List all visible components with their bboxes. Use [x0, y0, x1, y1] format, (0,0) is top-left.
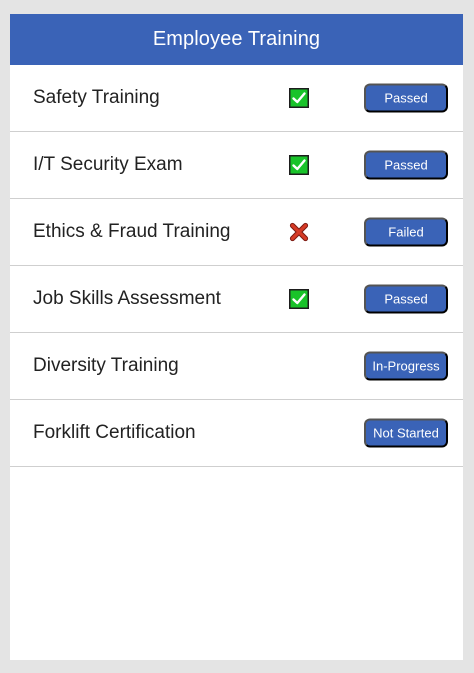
status-badge-button[interactable]: Passed: [364, 284, 448, 314]
training-card: Employee Training Safety Training Passed…: [10, 14, 463, 660]
training-list: Safety Training Passed I/T Security Exam…: [10, 65, 463, 467]
training-name: Job Skills Assessment: [33, 288, 221, 309]
list-item: Diversity Training In-Progress: [10, 333, 463, 400]
check-icon: [289, 88, 309, 108]
training-name: Ethics & Fraud Training: [33, 221, 231, 242]
list-item: Forklift Certification Not Started: [10, 400, 463, 467]
training-name: Diversity Training: [33, 355, 179, 376]
list-item: Safety Training Passed: [10, 65, 463, 132]
status-badge-button[interactable]: Passed: [364, 150, 448, 180]
list-item: Job Skills Assessment Passed: [10, 266, 463, 333]
list-item: I/T Security Exam Passed: [10, 132, 463, 199]
training-name: Forklift Certification: [33, 422, 196, 443]
app-header: Employee Training: [10, 14, 463, 65]
status-badge-button[interactable]: In-Progress: [364, 351, 448, 381]
list-item: Ethics & Fraud Training Failed: [10, 199, 463, 266]
check-icon: [289, 289, 309, 309]
status-badge-button[interactable]: Failed: [364, 217, 448, 247]
status-badge-button[interactable]: Not Started: [364, 418, 448, 448]
page-title: Employee Training: [152, 28, 321, 50]
training-name: Safety Training: [33, 87, 160, 108]
training-name: I/T Security Exam: [33, 154, 183, 175]
check-icon: [289, 155, 309, 175]
status-badge-button[interactable]: Passed: [364, 83, 448, 113]
cross-icon: [289, 222, 309, 242]
